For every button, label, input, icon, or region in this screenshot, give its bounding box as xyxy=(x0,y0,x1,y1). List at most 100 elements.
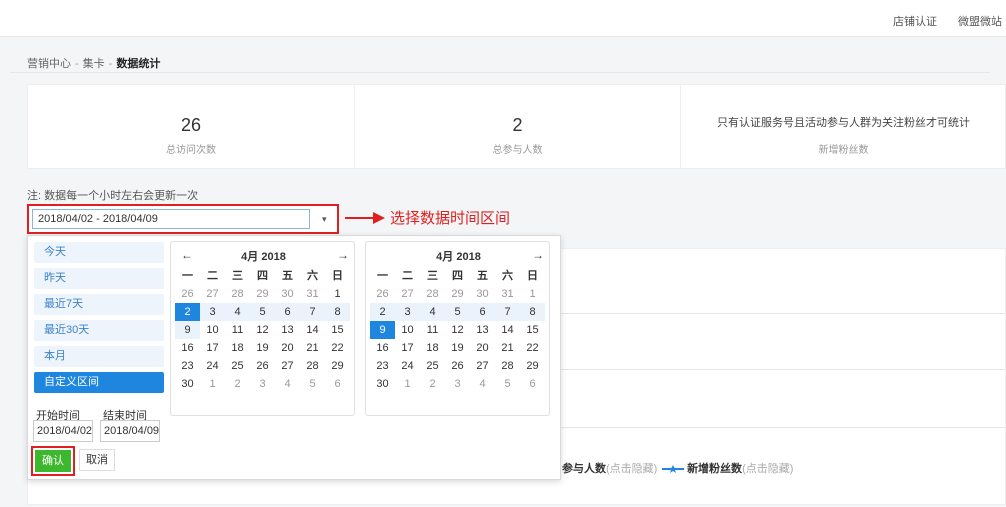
range-last-7-days[interactable]: 最近7天 xyxy=(34,294,164,315)
day-cell[interactable]: 11 xyxy=(225,321,250,339)
start-date-field[interactable]: 2018/04/02 xyxy=(33,420,93,442)
chevron-down-icon[interactable]: ▾ xyxy=(322,214,327,225)
breadcrumb-marketing[interactable]: 营销中心 xyxy=(27,58,71,70)
date-range-input[interactable]: 2018/04/02 - 2018/04/09 xyxy=(32,209,310,229)
day-cell[interactable]: 3 xyxy=(445,375,470,393)
day-cell[interactable]: 6 xyxy=(275,303,300,321)
day-cell[interactable]: 17 xyxy=(395,339,420,357)
legend-new-fans[interactable]: 新增粉丝数(点击隐藏) xyxy=(662,460,793,476)
store-verify-link[interactable]: 店铺认证 xyxy=(893,13,937,29)
day-cell[interactable]: 27 xyxy=(395,285,420,303)
day-cell[interactable]: 29 xyxy=(325,357,350,375)
day-cell[interactable]: 1 xyxy=(325,285,350,303)
day-cell[interactable]: 29 xyxy=(445,285,470,303)
day-cell[interactable]: 13 xyxy=(275,321,300,339)
day-cell[interactable]: 5 xyxy=(300,375,325,393)
day-cell[interactable]: 26 xyxy=(175,285,200,303)
day-cell[interactable]: 9 xyxy=(175,321,200,339)
day-cell[interactable]: 4 xyxy=(470,375,495,393)
day-cell[interactable]: 10 xyxy=(200,321,225,339)
day-cell[interactable]: 22 xyxy=(325,339,350,357)
arrow-right-icon[interactable]: → xyxy=(532,248,544,262)
day-cell[interactable]: 25 xyxy=(225,357,250,375)
day-cell[interactable]: 4 xyxy=(420,303,445,321)
day-cell[interactable]: 30 xyxy=(275,285,300,303)
day-cell[interactable]: 2 xyxy=(370,303,395,321)
day-cell[interactable]: 30 xyxy=(175,375,200,393)
day-cell[interactable]: 19 xyxy=(445,339,470,357)
day-cell[interactable]: 31 xyxy=(495,285,520,303)
day-cell[interactable]: 2 xyxy=(420,375,445,393)
day-cell[interactable]: 11 xyxy=(420,321,445,339)
day-cell[interactable]: 8 xyxy=(520,303,545,321)
day-cell[interactable]: 24 xyxy=(200,357,225,375)
day-cell[interactable]: 6 xyxy=(470,303,495,321)
day-cell[interactable]: 19 xyxy=(250,339,275,357)
day-cell[interactable]: 2 xyxy=(225,375,250,393)
day-cell[interactable]: 30 xyxy=(370,375,395,393)
legend-participants[interactable]: 参与人数(点击隐藏) xyxy=(562,460,657,476)
day-cell[interactable]: 5 xyxy=(445,303,470,321)
day-cell[interactable]: 28 xyxy=(420,285,445,303)
day-cell[interactable]: 7 xyxy=(495,303,520,321)
day-cell[interactable]: 18 xyxy=(420,339,445,357)
day-cell[interactable]: 23 xyxy=(175,357,200,375)
day-cell[interactable]: 26 xyxy=(445,357,470,375)
day-cell[interactable]: 6 xyxy=(325,375,350,393)
day-cell[interactable]: 17 xyxy=(200,339,225,357)
day-cell[interactable]: 14 xyxy=(300,321,325,339)
day-cell[interactable]: 15 xyxy=(520,321,545,339)
day-cell[interactable]: 12 xyxy=(250,321,275,339)
day-cell[interactable]: 21 xyxy=(300,339,325,357)
day-cell[interactable]: 28 xyxy=(225,285,250,303)
day-cell[interactable]: 21 xyxy=(495,339,520,357)
breadcrumb-card[interactable]: 集卡 xyxy=(83,58,105,70)
day-cell[interactable]: 1 xyxy=(395,375,420,393)
range-yesterday[interactable]: 昨天 xyxy=(34,268,164,289)
day-cell[interactable]: 1 xyxy=(520,285,545,303)
range-custom[interactable]: 自定义区间 xyxy=(34,372,164,393)
arrow-right-icon[interactable]: → xyxy=(337,248,349,262)
day-cell[interactable]: 8 xyxy=(325,303,350,321)
day-cell[interactable]: 4 xyxy=(275,375,300,393)
day-cell[interactable]: 28 xyxy=(300,357,325,375)
day-cell[interactable]: 6 xyxy=(520,375,545,393)
day-cell[interactable]: 5 xyxy=(250,303,275,321)
day-cell[interactable]: 30 xyxy=(470,285,495,303)
day-cell[interactable]: 4 xyxy=(225,303,250,321)
day-cell[interactable]: 27 xyxy=(470,357,495,375)
day-cell[interactable]: 10 xyxy=(395,321,420,339)
day-cell[interactable]: 3 xyxy=(250,375,275,393)
cancel-button[interactable]: 取消 xyxy=(79,449,115,471)
day-cell[interactable]: 20 xyxy=(470,339,495,357)
day-cell[interactable]: 25 xyxy=(420,357,445,375)
day-cell[interactable]: 3 xyxy=(395,303,420,321)
day-cell[interactable]: 28 xyxy=(495,357,520,375)
day-cell-selected[interactable]: 9 xyxy=(370,321,395,339)
day-cell[interactable]: 5 xyxy=(495,375,520,393)
day-cell-selected[interactable]: 2 xyxy=(175,303,200,321)
day-cell[interactable]: 7 xyxy=(300,303,325,321)
day-cell[interactable]: 14 xyxy=(495,321,520,339)
day-cell[interactable]: 22 xyxy=(520,339,545,357)
day-cell[interactable]: 23 xyxy=(370,357,395,375)
confirm-button[interactable]: 确认 xyxy=(35,450,71,472)
range-this-month[interactable]: 本月 xyxy=(34,346,164,367)
range-today[interactable]: 今天 xyxy=(34,242,164,263)
day-cell[interactable]: 24 xyxy=(395,357,420,375)
day-cell[interactable]: 13 xyxy=(470,321,495,339)
day-cell[interactable]: 15 xyxy=(325,321,350,339)
day-cell[interactable]: 27 xyxy=(275,357,300,375)
day-cell[interactable]: 18 xyxy=(225,339,250,357)
day-cell[interactable]: 3 xyxy=(200,303,225,321)
day-cell[interactable]: 1 xyxy=(200,375,225,393)
day-cell[interactable]: 16 xyxy=(370,339,395,357)
day-cell[interactable]: 29 xyxy=(520,357,545,375)
day-cell[interactable]: 26 xyxy=(370,285,395,303)
day-cell[interactable]: 29 xyxy=(250,285,275,303)
day-cell[interactable]: 27 xyxy=(200,285,225,303)
range-last-30-days[interactable]: 最近30天 xyxy=(34,320,164,341)
day-cell[interactable]: 16 xyxy=(175,339,200,357)
end-date-field[interactable]: 2018/04/09 xyxy=(100,420,160,442)
micro-site-link[interactable]: 微盟微站 xyxy=(958,13,1002,29)
